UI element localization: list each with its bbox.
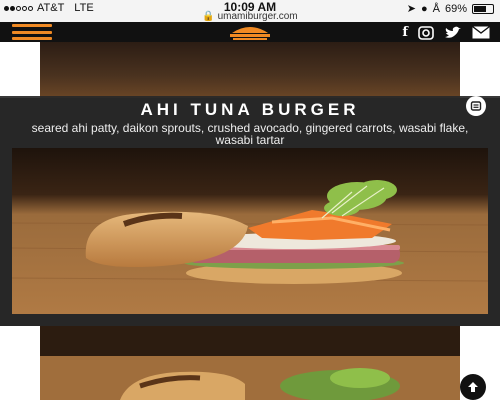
site-nav: f <box>0 22 500 42</box>
page: AT&T LTE 10:09 AM 🔒 umamiburger.com ➤ ● … <box>0 0 500 400</box>
hamburger-menu-icon[interactable] <box>12 24 52 40</box>
scroll-to-top-icon[interactable] <box>460 374 486 400</box>
previous-burger-image <box>40 42 460 98</box>
twitter-icon[interactable] <box>444 26 462 40</box>
alarm-icon: ● <box>420 2 428 15</box>
address-url: umamiburger.com <box>217 11 298 22</box>
burger-photo <box>12 148 488 314</box>
social-links: f <box>402 25 490 40</box>
umami-burger-logo[interactable] <box>226 24 274 40</box>
location-icon: ➤ <box>406 3 416 15</box>
menu-item-title: AHI TUNA BURGER <box>140 100 360 119</box>
menu-item-description: seared ahi patty, daikon sprouts, crushe… <box>31 121 469 147</box>
instagram-icon[interactable] <box>418 25 434 40</box>
email-icon[interactable] <box>472 26 490 39</box>
battery-percent: 69% <box>444 2 467 15</box>
facebook-icon[interactable]: f <box>402 25 408 40</box>
next-burger-image <box>40 326 460 400</box>
battery-icon <box>472 3 494 14</box>
lock-icon: 🔒 <box>202 11 215 22</box>
close-icon[interactable] <box>466 96 486 116</box>
ahi-tuna-burger-image <box>12 148 488 314</box>
bluetooth-icon: Å <box>432 2 440 15</box>
status-right: ➤ ● Å 69% <box>407 2 494 15</box>
status-bar: AT&T LTE 10:09 AM 🔒 umamiburger.com ➤ ● … <box>0 0 500 22</box>
